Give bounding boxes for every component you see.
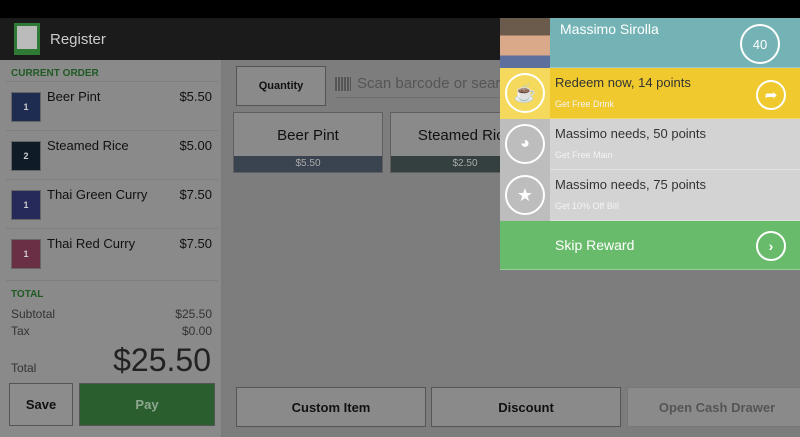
total-label: TOTAL bbox=[11, 289, 44, 300]
barcode-icon bbox=[335, 76, 351, 91]
qty-badge: 1 bbox=[11, 92, 41, 122]
reward-subtitle: Get Free Main bbox=[555, 150, 613, 160]
skip-reward-label: Skip Reward bbox=[555, 237, 635, 253]
order-item[interactable]: 1 Beer Pint $5.50 bbox=[6, 81, 218, 129]
pay-button[interactable]: Pay bbox=[79, 383, 215, 426]
star-icon: ★ bbox=[505, 175, 545, 215]
qty-badge: 2 bbox=[11, 141, 41, 171]
subtotal-value: $25.50 bbox=[175, 307, 212, 321]
order-item[interactable]: 1 Thai Red Curry $7.50 bbox=[6, 228, 218, 276]
reward-subtitle: Get Free Drink bbox=[555, 99, 615, 109]
qty-badge: 1 bbox=[11, 190, 41, 220]
order-item[interactable]: 2 Steamed Rice $5.00 bbox=[6, 130, 218, 178]
reward-row[interactable]: ☕ Redeem now, 14 points Get Free Drink ➦ bbox=[500, 68, 800, 119]
item-name: Thai Green Curry bbox=[47, 187, 148, 202]
item-price: $5.50 bbox=[179, 89, 212, 104]
points-badge: 40 bbox=[740, 24, 780, 64]
product-price: $5.50 bbox=[234, 156, 382, 172]
loyalty-popup: Massimo Sirolla 40 ☕ Redeem now, 14 poin… bbox=[500, 18, 800, 270]
reward-title: Redeem now, 14 points bbox=[555, 75, 691, 90]
save-button[interactable]: Save bbox=[9, 383, 73, 426]
register-logo-icon bbox=[14, 23, 40, 55]
order-item[interactable]: 1 Thai Green Curry $7.50 bbox=[6, 179, 218, 227]
tax-label: Tax bbox=[11, 324, 30, 338]
status-bar bbox=[0, 0, 800, 18]
reward-title: Massimo needs, 50 points bbox=[555, 126, 707, 141]
item-name: Beer Pint bbox=[47, 89, 101, 104]
item-price: $5.00 bbox=[179, 138, 212, 153]
customer-header: Massimo Sirolla 40 bbox=[500, 18, 800, 68]
discount-button[interactable]: Discount bbox=[431, 387, 621, 427]
product-name: Beer Pint bbox=[277, 127, 339, 144]
custom-item-button[interactable]: Custom Item bbox=[236, 387, 426, 427]
current-order-label: CURRENT ORDER bbox=[11, 68, 99, 79]
app-title: Register bbox=[50, 30, 106, 48]
subtotal-label: Subtotal bbox=[11, 307, 56, 321]
qty-badge: 1 bbox=[11, 239, 41, 269]
order-panel: CURRENT ORDER 1 Beer Pint $5.50 2 Steame… bbox=[0, 60, 222, 437]
grand-total: $25.50 bbox=[113, 342, 211, 378]
bowl-icon: ◕ bbox=[505, 124, 545, 164]
search-placeholder: Scan barcode or search bbox=[357, 75, 517, 92]
open-cash-drawer-button[interactable]: Open Cash Drawer bbox=[627, 387, 800, 427]
item-name: Thai Red Curry bbox=[47, 236, 136, 251]
item-price: $7.50 bbox=[179, 236, 212, 251]
reward-subtitle: Get 10% Off Bill bbox=[555, 201, 619, 211]
chevron-right-icon: › bbox=[756, 231, 786, 261]
product-tile[interactable]: Beer Pint $5.50 bbox=[233, 112, 383, 173]
skip-reward-button[interactable]: Skip Reward › bbox=[500, 221, 800, 270]
item-name: Steamed Rice bbox=[47, 138, 129, 153]
reward-title: Massimo needs, 75 points bbox=[555, 177, 707, 192]
total-text-label: Total bbox=[11, 361, 37, 375]
tax-value: $0.00 bbox=[181, 324, 212, 338]
quantity-button[interactable]: Quantity bbox=[236, 66, 326, 106]
reward-row: ★ Massimo needs, 75 points Get 10% Off B… bbox=[500, 170, 800, 221]
reward-row: ◕ Massimo needs, 50 points Get Free Main bbox=[500, 119, 800, 170]
item-price: $7.50 bbox=[179, 187, 212, 202]
beer-mug-icon: ☕ bbox=[505, 73, 545, 113]
redeem-arrow-icon[interactable]: ➦ bbox=[756, 80, 786, 110]
customer-name: Massimo Sirolla bbox=[560, 21, 659, 37]
customer-avatar bbox=[500, 18, 550, 68]
